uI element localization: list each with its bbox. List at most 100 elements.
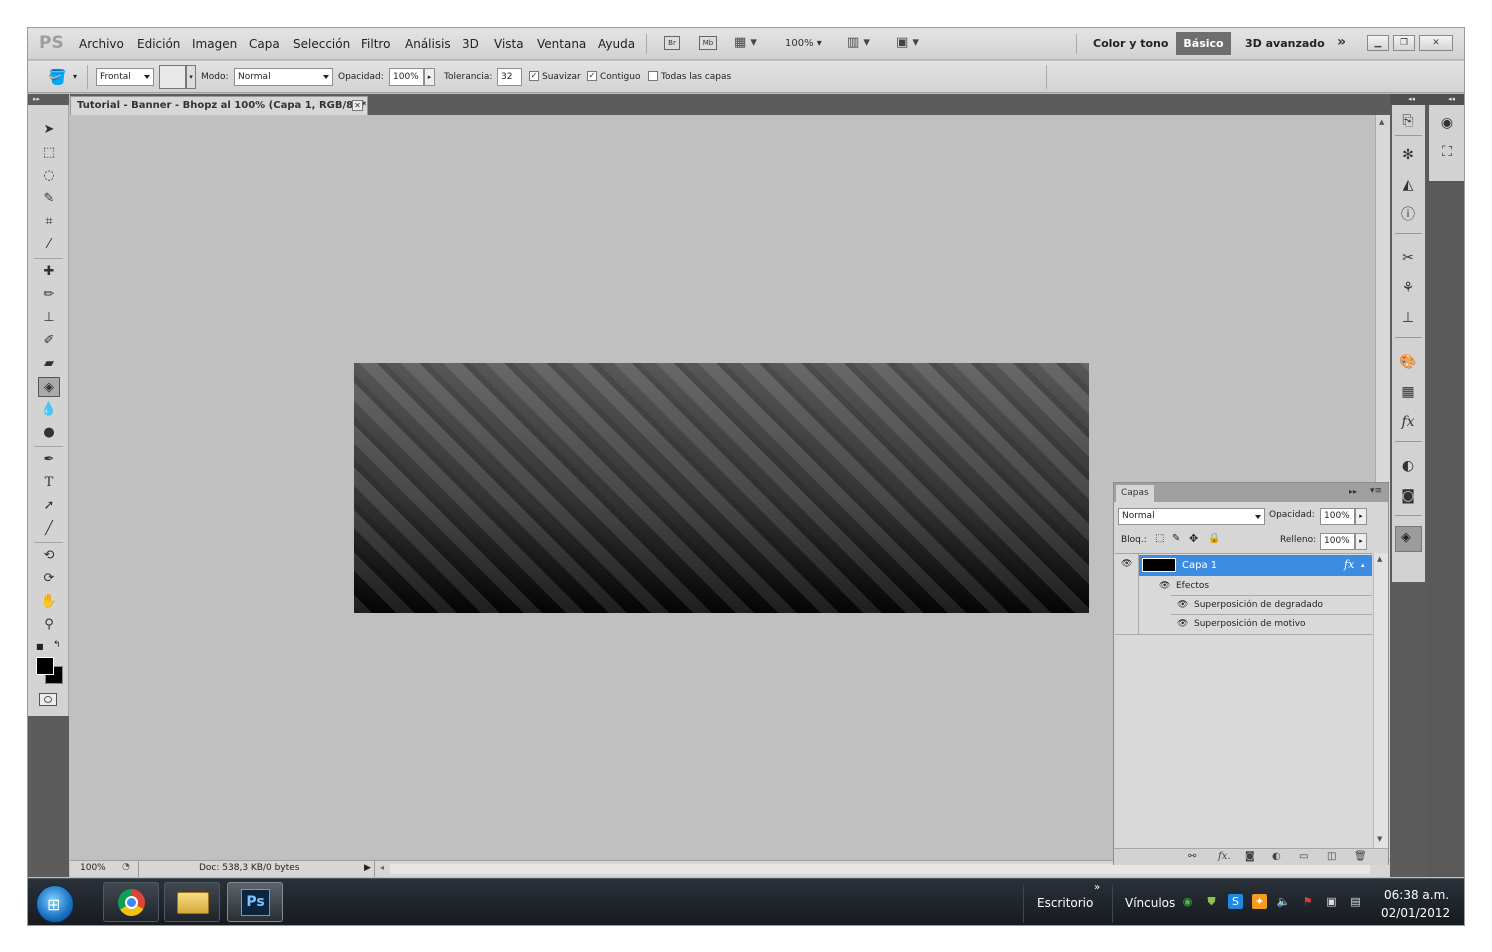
layer-fx-icon[interactable]: fx xyxy=(1344,558,1354,571)
close-icon[interactable]: ✕ xyxy=(1419,35,1453,51)
app-tray-icon[interactable]: ✦ xyxy=(1252,894,1267,909)
move-tool-icon[interactable]: ➤ xyxy=(38,120,60,140)
masks-icon[interactable]: ◙ xyxy=(1398,486,1418,506)
contiguous-checkbox[interactable]: ✓ xyxy=(587,71,597,81)
styles-icon[interactable]: fx xyxy=(1398,412,1418,432)
delete-layer-icon[interactable]: 🗑 xyxy=(1354,851,1367,862)
healing-brush-tool-icon[interactable]: ✚ xyxy=(38,262,60,282)
skype-icon[interactable]: S xyxy=(1228,894,1243,909)
zoom-level-select[interactable]: 100% ▾ xyxy=(785,38,822,49)
path-selection-tool-icon[interactable]: ➚ xyxy=(38,496,60,516)
status-zoom[interactable]: 100% xyxy=(80,863,106,873)
color-icon[interactable]: 🎨 xyxy=(1398,352,1418,372)
history-icon[interactable]: ⎘ xyxy=(1398,111,1418,131)
paint-bucket-tool-icon[interactable]: ◈ xyxy=(38,377,60,397)
status-menu-arrow-icon[interactable]: ▶ xyxy=(364,863,371,873)
start-button[interactable]: ⊞ xyxy=(36,885,74,923)
taskbar-chrome[interactable] xyxy=(103,882,159,922)
lock-transparency-icon[interactable]: ⬚ xyxy=(1155,533,1164,544)
dodge-tool-icon[interactable]: ● xyxy=(38,423,60,443)
toolbar-desktop[interactable]: Escritorio xyxy=(1037,896,1093,910)
toolbar-links[interactable]: Vínculos xyxy=(1125,896,1175,910)
menu-ayuda[interactable]: Ayuda xyxy=(598,37,635,51)
line-tool-icon[interactable]: ╱ xyxy=(38,519,60,539)
history-brush-tool-icon[interactable]: ✐ xyxy=(38,331,60,351)
clone-source-icon[interactable]: ⊥ xyxy=(1398,308,1418,328)
new-layer-icon[interactable]: ◫ xyxy=(1327,851,1336,862)
opacity-slider-arrow-icon[interactable]: ▸ xyxy=(424,68,435,86)
canvas-horizontal-scrollbar[interactable] xyxy=(390,864,1370,874)
new-adjustment-layer-icon[interactable]: ◐ xyxy=(1272,851,1281,862)
fill-arrow-icon[interactable]: ▸ xyxy=(1355,533,1367,550)
layer-blend-mode-select[interactable]: Normal xyxy=(1118,508,1265,525)
desktop-overflow-icon[interactable]: » xyxy=(1094,882,1100,893)
opacity-input[interactable]: 100% xyxy=(389,68,424,86)
workspace-basico[interactable]: Básico xyxy=(1176,32,1231,55)
workspace-color-tono[interactable]: Color y tono xyxy=(1093,37,1168,50)
pattern-picker[interactable] xyxy=(159,65,186,89)
arrange-documents-icon[interactable]: ▥ ▾ xyxy=(847,35,870,50)
3d-camera-icon[interactable]: ⛶ xyxy=(1437,142,1457,162)
scroll-left-icon[interactable]: ◂ xyxy=(380,863,384,872)
quick-mask-icon[interactable] xyxy=(39,693,57,706)
smooth-checkbox[interactable]: ✓ xyxy=(529,71,539,81)
mode-select[interactable]: Normal xyxy=(234,68,333,86)
effect-gradient-eye-icon[interactable]: 👁 xyxy=(1177,600,1188,610)
dock-collapse-icon[interactable]: ◂◂ xyxy=(1408,94,1415,105)
brush-presets-icon[interactable]: ✂ xyxy=(1398,248,1418,268)
lock-all-icon[interactable]: 🔒 xyxy=(1208,533,1220,544)
add-mask-icon[interactable]: ◙ xyxy=(1245,851,1255,862)
tools-collapse-icon[interactable]: ▸▸ xyxy=(28,94,69,105)
adjustments-icon[interactable]: ◐ xyxy=(1398,456,1418,476)
zoom-tool-icon[interactable]: ⚲ xyxy=(38,615,60,635)
taskbar-explorer[interactable] xyxy=(164,882,220,922)
3d-rotate-tool-icon[interactable]: ⟲ xyxy=(38,546,60,566)
lock-pixels-icon[interactable]: ✎ xyxy=(1172,533,1180,544)
effect-gradient-overlay[interactable]: Superposición de degradado xyxy=(1194,600,1323,610)
lock-position-icon[interactable]: ✥ xyxy=(1189,532,1198,545)
panel-collapse-icon[interactable]: ▸▸ xyxy=(1349,487,1357,496)
network-status-icon[interactable]: ▣ xyxy=(1324,894,1339,909)
banner-image[interactable] xyxy=(354,363,1089,613)
navigator-icon[interactable]: ✻ xyxy=(1398,145,1418,165)
swatches-icon[interactable]: ▦ xyxy=(1398,382,1418,402)
security-shield-icon[interactable]: ⛊ xyxy=(1204,894,1219,909)
workspace-3d-avanzado[interactable]: 3D avanzado xyxy=(1245,37,1325,50)
pattern-picker-arrow-icon[interactable]: ▾ xyxy=(186,65,196,89)
minibridge-button[interactable]: Mb xyxy=(699,36,717,50)
all-layers-checkbox[interactable] xyxy=(648,71,658,81)
panel-menu-icon[interactable]: ▾≡ xyxy=(1370,486,1382,496)
effect-pattern-overlay[interactable]: Superposición de motivo xyxy=(1194,619,1306,629)
menu-imagen[interactable]: Imagen xyxy=(192,37,237,51)
new-group-icon[interactable]: ▭ xyxy=(1299,851,1308,862)
clock-date[interactable]: 02/01/2012 xyxy=(1381,906,1450,920)
more-workspaces-icon[interactable]: » xyxy=(1337,34,1346,50)
layers-scroll-up-icon[interactable]: ▲ xyxy=(1377,555,1382,563)
tolerance-input[interactable]: 32 xyxy=(497,68,522,86)
eyedropper-tool-icon[interactable]: ⁄ xyxy=(38,235,60,255)
hand-tool-icon[interactable]: ✋ xyxy=(38,592,60,612)
menu-capa[interactable]: Capa xyxy=(249,37,280,51)
restore-icon[interactable]: ❐ xyxy=(1393,35,1415,51)
layer-visibility-eye-icon[interactable]: 👁 xyxy=(1121,559,1132,569)
blur-tool-icon[interactable]: 💧 xyxy=(38,400,60,420)
eraser-tool-icon[interactable]: ▰ xyxy=(38,354,60,374)
link-layers-icon[interactable]: ⚯ xyxy=(1188,851,1196,862)
info-icon[interactable]: ⓘ xyxy=(1398,205,1418,225)
3d-orbit-tool-icon[interactable]: ⟳ xyxy=(38,569,60,589)
marquee-tool-icon[interactable]: ⬚ xyxy=(38,143,60,163)
screen-mode-icon[interactable]: ▣ ▾ xyxy=(896,35,919,50)
fill-source-select[interactable]: Frontal xyxy=(96,68,154,86)
menu-filtro[interactable]: Filtro xyxy=(361,37,390,51)
tool-preset-arrow-icon[interactable]: ▾ xyxy=(73,72,77,81)
layers-scroll-down-icon[interactable]: ▼ xyxy=(1377,835,1382,843)
layer-opacity-input[interactable]: 100% xyxy=(1320,508,1355,525)
histogram-icon[interactable]: ◭ xyxy=(1398,175,1418,195)
lasso-tool-icon[interactable]: ◌ xyxy=(38,166,60,186)
layers-panel-toggle[interactable]: ◈ xyxy=(1395,526,1422,552)
bridge-button[interactable]: Br xyxy=(664,36,680,50)
effects-eye-icon[interactable]: 👁 xyxy=(1159,581,1170,591)
layer-effects-expand-icon[interactable]: ▴ xyxy=(1361,561,1365,569)
foreground-color-swatch[interactable] xyxy=(36,657,54,675)
minimize-icon[interactable]: ▁ xyxy=(1367,35,1389,51)
